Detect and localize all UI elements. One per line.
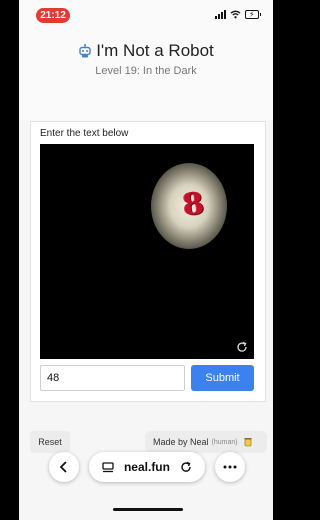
reset-button[interactable]: Reset <box>30 431 70 453</box>
captcha-card: Enter the text below 8 Submit <box>30 121 266 402</box>
address-bar[interactable]: neal.fun <box>89 452 205 482</box>
status-time: 21:12 <box>36 8 70 23</box>
robot-icon <box>79 44 91 58</box>
url-text: neal.fun <box>123 460 170 474</box>
back-button[interactable] <box>49 452 79 482</box>
page-title: I'm Not a Robot <box>96 41 214 60</box>
level-subtitle: Level 19: In the Dark <box>95 65 197 77</box>
tabs-icon <box>102 461 114 472</box>
more-options-button[interactable] <box>215 452 245 482</box>
captcha-prompt: Enter the text below <box>40 128 129 139</box>
reload-icon[interactable] <box>180 461 192 473</box>
made-by-badge[interactable]: Made by Neal (human) <box>145 431 267 453</box>
status-bar: 21:12 ⚡ <box>19 0 273 28</box>
captcha-glyph: 8 <box>180 185 207 224</box>
refresh-icon[interactable] <box>236 341 248 353</box>
title-row: I'm Not a Robot <box>19 41 273 61</box>
status-icons: ⚡ <box>215 10 261 19</box>
browser-nav-bar: neal.fun <box>49 451 245 483</box>
more-dots-icon <box>223 465 237 469</box>
made-by-text: Made by Neal <box>153 437 209 447</box>
captcha-answer-input[interactable] <box>40 365 185 391</box>
battery-icon: ⚡ <box>245 10 261 19</box>
captcha-image[interactable]: 8 <box>40 144 254 359</box>
home-indicator[interactable] <box>113 508 183 511</box>
made-by-note: (human) <box>211 438 238 446</box>
phone-screen: 21:12 ⚡ I'm Not a Robot Level 19: In the… <box>19 0 273 520</box>
coffee-cup-icon <box>244 438 252 447</box>
wifi-icon <box>230 10 241 19</box>
signal-icon <box>215 10 226 19</box>
submit-button[interactable]: Submit <box>191 365 254 391</box>
chevron-left-icon <box>59 461 67 473</box>
